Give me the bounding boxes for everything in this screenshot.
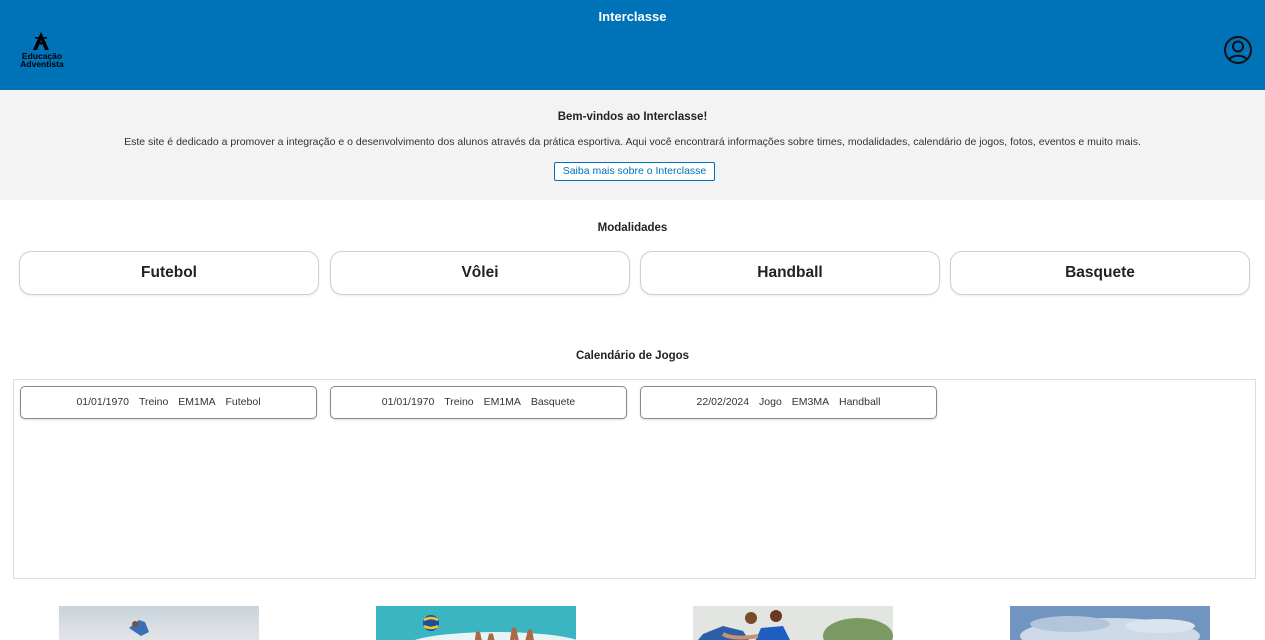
education-logo-icon — [33, 32, 49, 50]
handball-photo-image — [693, 606, 893, 640]
game-type: Treino — [138, 396, 169, 408]
logo-text-line2: Adventista — [20, 59, 64, 69]
calendar-container: 01/01/1970 Treino EM1MA Futebol 01/01/19… — [13, 379, 1256, 579]
game-date: 22/02/2024 — [696, 396, 750, 408]
handball-photo[interactable] — [693, 606, 893, 640]
logo-text: Educação Adventista — [13, 52, 71, 69]
game-date: 01/01/1970 — [76, 396, 130, 408]
game-class: EM1MA — [483, 396, 521, 408]
game-type: Jogo — [759, 396, 782, 408]
modalidade-card-futebol[interactable]: Futebol — [19, 251, 319, 295]
profile-button[interactable] — [1223, 35, 1253, 65]
volleyball-photo-image — [376, 606, 576, 640]
game-sport: Handball — [839, 396, 881, 408]
game-card[interactable]: 22/02/2024 Jogo EM3MA Handball — [640, 386, 937, 419]
welcome-description: Este site é dedicado a promover a integr… — [124, 136, 1141, 148]
football-photo-image — [59, 606, 259, 640]
game-date: 01/01/1970 — [381, 396, 435, 408]
header-bar: Interclasse Educação Adventista — [0, 0, 1265, 90]
welcome-heading: Bem-vindos ao Interclasse! — [557, 111, 708, 123]
game-sport: Futebol — [225, 396, 261, 408]
learn-more-button[interactable]: Saiba mais sobre o Interclasse — [554, 162, 715, 181]
education-logo[interactable]: Educação Adventista — [13, 31, 71, 73]
game-card[interactable]: 01/01/1970 Treino EM1MA Basquete — [330, 386, 627, 419]
welcome-section: Bem-vindos ao Interclasse! Este site é d… — [0, 90, 1265, 200]
modalidade-card-volei[interactable]: Vôlei — [330, 251, 630, 295]
volleyball-photo[interactable] — [376, 606, 576, 640]
game-type: Treino — [444, 396, 474, 408]
site-title: Interclasse — [598, 9, 667, 24]
game-sport: Basquete — [530, 396, 576, 408]
game-card[interactable]: 01/01/1970 Treino EM1MA Futebol — [20, 386, 317, 419]
modalidades-title: Modalidades — [597, 222, 668, 234]
game-class: EM3MA — [791, 396, 830, 408]
user-circle-icon — [1224, 36, 1252, 64]
basketball-photo[interactable] — [1010, 606, 1210, 640]
football-photo[interactable] — [59, 606, 259, 640]
modalidade-card-basquete[interactable]: Basquete — [950, 251, 1250, 295]
basketball-photo-image — [1010, 606, 1210, 640]
calendario-title: Calendário de Jogos — [575, 350, 690, 362]
modalidade-card-handball[interactable]: Handball — [640, 251, 940, 295]
game-class: EM1MA — [178, 396, 216, 408]
